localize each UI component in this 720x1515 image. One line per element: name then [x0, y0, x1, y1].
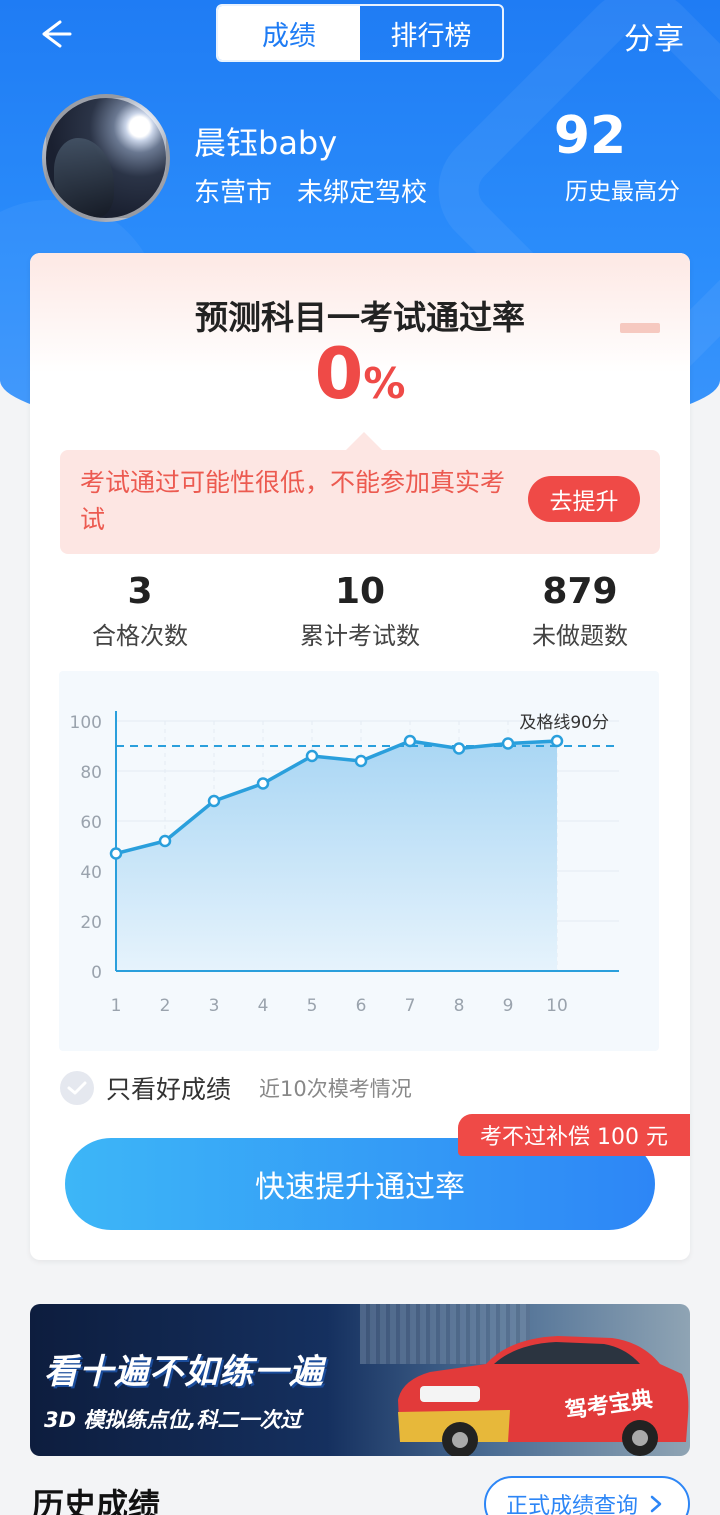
data-point — [207, 794, 221, 808]
best-score-value: 92 — [553, 106, 627, 166]
stat-value: 879 — [542, 571, 618, 612]
stat-value: 3 — [127, 571, 153, 612]
data-point — [158, 834, 172, 848]
official-score-query-label: 正式成绩查询 — [506, 1494, 639, 1515]
x-tick-label: 9 — [503, 996, 514, 1016]
filter-label[interactable]: 只看好成绩 — [106, 1070, 231, 1106]
x-tick-label: 6 — [356, 996, 367, 1016]
stat-label: 合格次数 — [92, 622, 188, 650]
pass-rate-unit: % — [363, 359, 406, 408]
banner-subtitle: 3D 模拟练点位,科二一次过 — [44, 1408, 302, 1432]
score-chart-svg: 0 20 40 60 80 100 及格线90分 1 2 3 4 5 6 7 8 9 10 — [70, 711, 619, 1016]
username: 晨钰baby — [194, 124, 338, 162]
tab-ranking[interactable]: 排行榜 — [360, 6, 502, 60]
y-tick-label: 100 — [70, 713, 102, 733]
x-tick-label: 4 — [258, 996, 269, 1016]
tab-switcher: 成绩 排行榜 — [216, 4, 504, 62]
data-point — [109, 847, 123, 860]
data-point — [256, 777, 270, 790]
good-score-filter: 只看好成绩 近10次模考情况 — [60, 1068, 412, 1108]
y-tick-label: 20 — [80, 913, 102, 933]
warning-text: 考试通过可能性很低，不能参加真实考试 — [80, 468, 506, 534]
score-area — [116, 741, 557, 971]
arrow-left-icon — [42, 20, 72, 48]
x-tick-label: 10 — [546, 996, 568, 1016]
y-tick-label: 80 — [80, 763, 102, 783]
history-title: 历史成绩 — [32, 1486, 161, 1515]
compensation-badge: 考不过补偿 100 元 — [458, 1114, 690, 1156]
stat-undone: 879 未做题数 — [480, 571, 680, 651]
y-tick-label: 60 — [80, 813, 102, 833]
stat-label: 未做题数 — [532, 622, 628, 650]
prediction-title: 预测科目一考试通过率 — [195, 298, 525, 337]
score-page: 成绩 排行榜 分享 晨钰baby 东营市 未绑定驾校 92 历史最高分 预测科目… — [0, 0, 720, 1515]
back-button[interactable] — [30, 14, 78, 54]
data-point — [550, 734, 564, 748]
share-button[interactable]: 分享 — [624, 14, 684, 58]
best-score-label: 历史最高分 — [565, 179, 680, 205]
good-score-checkbox[interactable] — [60, 1071, 94, 1105]
y-tick-label: 0 — [91, 963, 102, 983]
x-tick-label: 8 — [454, 996, 465, 1016]
banner-title: 看十遍不如练一遍 — [44, 1352, 324, 1392]
user-school[interactable]: 未绑定驾校 — [297, 172, 427, 209]
warning-box: 考试通过可能性很低，不能参加真实考试 去提升 — [60, 432, 660, 554]
filter-note: 近10次模考情况 — [259, 1077, 412, 1101]
pass-rate-value: 0 — [314, 333, 364, 415]
y-tick-label: 40 — [80, 863, 102, 883]
avatar[interactable] — [42, 94, 170, 222]
x-tick-label: 2 — [160, 996, 171, 1016]
official-score-query-button[interactable]: 正式成绩查询 — [484, 1476, 690, 1515]
x-tick-label: 1 — [111, 996, 122, 1016]
x-tick-label: 3 — [209, 996, 220, 1016]
pass-line-label: 及格线90分 — [519, 713, 609, 733]
data-point — [452, 742, 466, 755]
car-illustration: 驾考宝典 — [398, 1336, 689, 1456]
data-point — [403, 734, 417, 748]
data-point — [501, 737, 515, 750]
data-point — [354, 754, 368, 768]
pass-rate: 0% — [30, 333, 690, 415]
chevron-right-icon — [650, 1495, 662, 1513]
data-point — [305, 749, 319, 763]
checkmark-icon — [67, 1081, 87, 1095]
improve-button[interactable]: 去提升 — [528, 476, 640, 522]
promo-banner[interactable]: 看十遍不如练一遍 3D 模拟练点位,科二一次过 驾考宝典 — [30, 1304, 690, 1456]
tab-score[interactable]: 成绩 — [218, 6, 360, 60]
stat-label: 累计考试数 — [300, 622, 420, 650]
user-city: 东营市 — [194, 178, 273, 208]
stat-total-exams: 10 累计考试数 — [260, 571, 460, 651]
stat-value: 10 — [334, 571, 386, 612]
x-tick-label: 7 — [405, 996, 416, 1016]
prediction-card: 预测科目一考试通过率 0% 考试通过可能性很低，不能参加真实考试 去提升 3 合… — [30, 253, 690, 1260]
score-chart: 0 20 40 60 80 100 及格线90分 1 2 3 4 5 6 7 8 9 10 — [59, 671, 659, 1051]
x-tick-label: 5 — [307, 996, 318, 1016]
stat-passed: 3 合格次数 — [40, 571, 240, 651]
